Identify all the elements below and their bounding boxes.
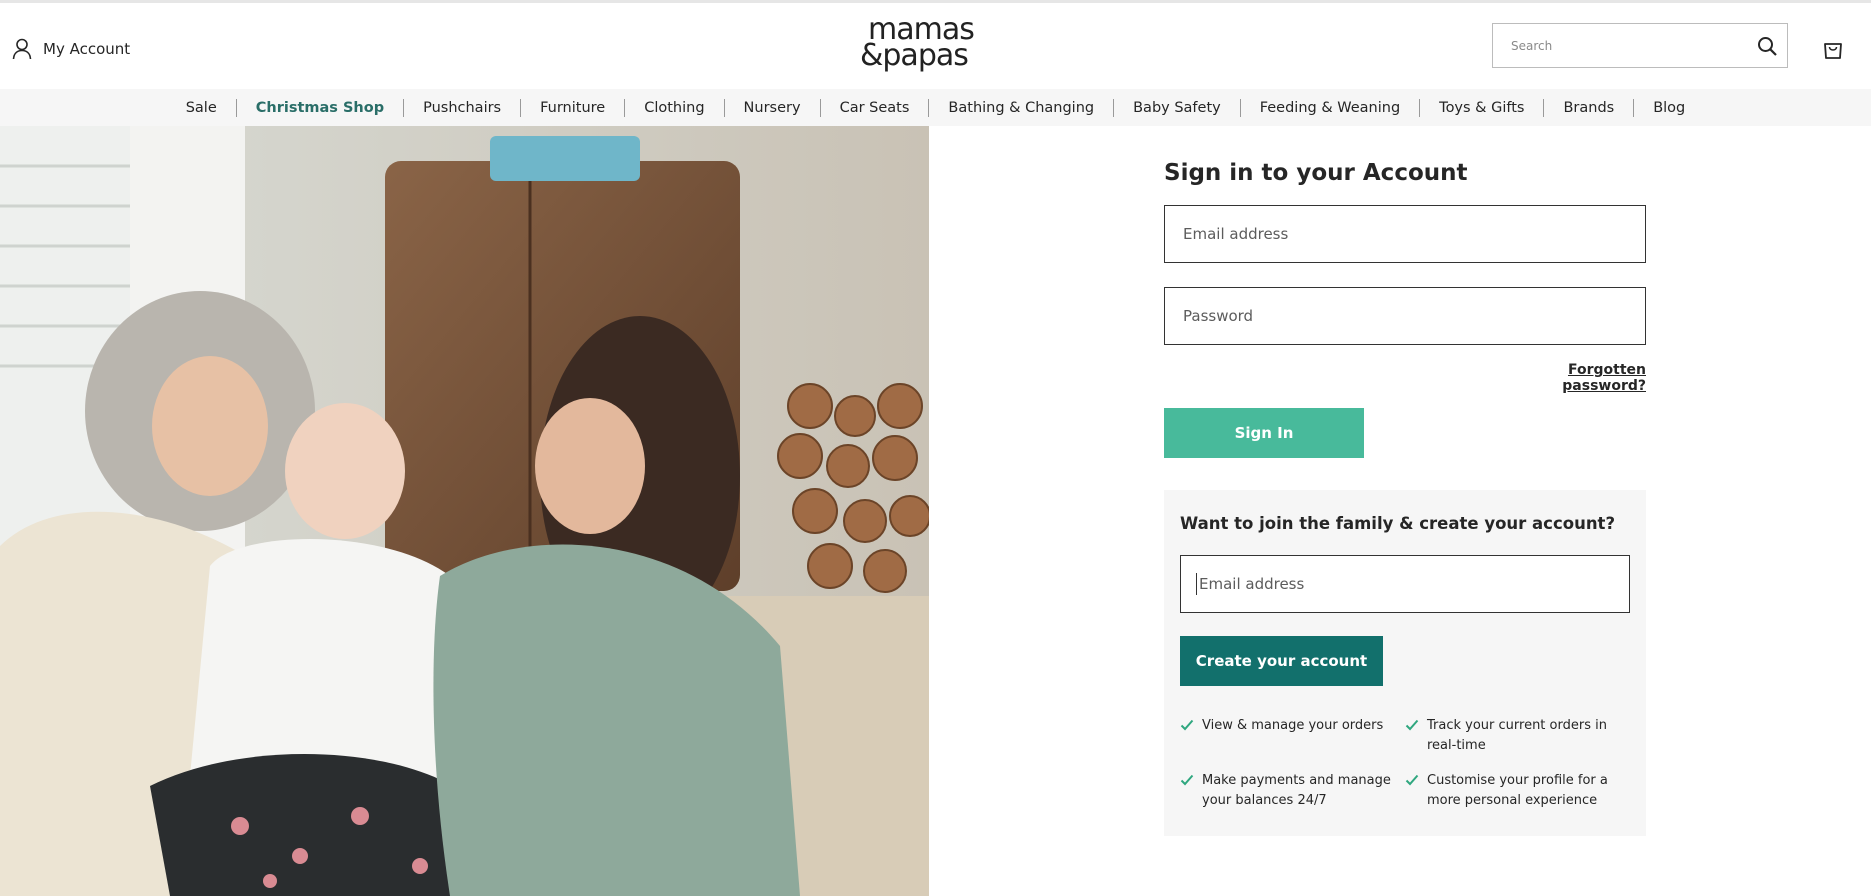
benefit-item: Customise your profile for a more person… (1405, 771, 1630, 811)
nav-item-car-seats[interactable]: Car Seats (819, 98, 929, 117)
search-button[interactable] (1747, 24, 1787, 67)
signin-email-input[interactable] (1181, 224, 1645, 244)
search-box (1492, 23, 1788, 68)
check-icon (1405, 719, 1419, 731)
shopping-bag-button[interactable] (1822, 38, 1846, 62)
nav-item-sale[interactable]: Sale (167, 99, 236, 117)
benefit-text: View & manage your orders (1202, 718, 1384, 733)
my-account-link[interactable]: My Account (12, 36, 130, 62)
benefit-item: Make payments and manage your balances 2… (1180, 771, 1405, 811)
check-icon (1180, 774, 1194, 786)
nav-item-toys-gifts[interactable]: Toys & Gifts (1419, 98, 1543, 117)
search-input[interactable] (1509, 37, 1747, 54)
nav-item-pushchairs[interactable]: Pushchairs (403, 98, 520, 117)
nav-list: Sale Christmas Shop Pushchairs Furniture Clo… (167, 98, 1705, 117)
join-panel: Want to join the family & create your ac… (1164, 490, 1646, 836)
nav-item-baby-safety[interactable]: Baby Safety (1113, 98, 1240, 117)
hero-image (0, 126, 929, 896)
benefits-list: View & manage your orders Track your curr… (1180, 716, 1630, 811)
main-navigation: Sale Christmas Shop Pushchairs Furniture Clo… (0, 89, 1871, 126)
nav-item-blog[interactable]: Blog (1633, 98, 1704, 117)
benefit-text: Make payments and manage your balances 2… (1202, 773, 1391, 808)
join-title: Want to join the family & create your ac… (1180, 514, 1616, 533)
signin-password-field (1164, 287, 1646, 345)
signin-password-input[interactable] (1181, 306, 1645, 326)
my-account-label: My Account (43, 40, 131, 58)
search-icon (1758, 36, 1777, 56)
signin-email-field (1164, 205, 1646, 263)
hero-family-photo (0, 126, 929, 896)
benefit-text: Customise your profile for a more person… (1427, 773, 1608, 808)
user-icon (12, 38, 32, 60)
nav-item-brands[interactable]: Brands (1543, 98, 1633, 117)
nav-item-nursery[interactable]: Nursery (723, 98, 820, 117)
check-icon (1405, 774, 1419, 786)
signin-title: Sign in to your Account (1164, 160, 1468, 186)
nav-item-furniture[interactable]: Furniture (520, 98, 624, 117)
join-email-input[interactable] (1197, 574, 1629, 594)
benefit-item: Track your current orders in real-time (1405, 716, 1630, 756)
logo-text-line2: &papas (860, 38, 969, 73)
text-caret (1196, 573, 1197, 595)
nav-item-christmas-shop[interactable]: Christmas Shop (235, 98, 403, 117)
check-icon (1180, 719, 1194, 731)
benefit-item: View & manage your orders (1180, 716, 1405, 756)
mamas-papas-logo[interactable]: mamas &papas (858, 15, 998, 77)
shopping-bag-icon (1824, 43, 1842, 59)
forgotten-password-link[interactable]: Forgotten password? (1503, 362, 1646, 394)
nav-item-bathing-changing[interactable]: Bathing & Changing (928, 98, 1113, 117)
create-account-button[interactable]: Create your account (1180, 636, 1383, 686)
nav-item-feeding-weaning[interactable]: Feeding & Weaning (1239, 98, 1419, 117)
benefit-text: Track your current orders in real-time (1427, 718, 1607, 753)
site-header: My Account mamas &papas (0, 3, 1871, 89)
join-email-field (1180, 555, 1630, 613)
nav-item-clothing[interactable]: Clothing (624, 98, 723, 117)
sign-in-button[interactable]: Sign In (1164, 408, 1364, 458)
